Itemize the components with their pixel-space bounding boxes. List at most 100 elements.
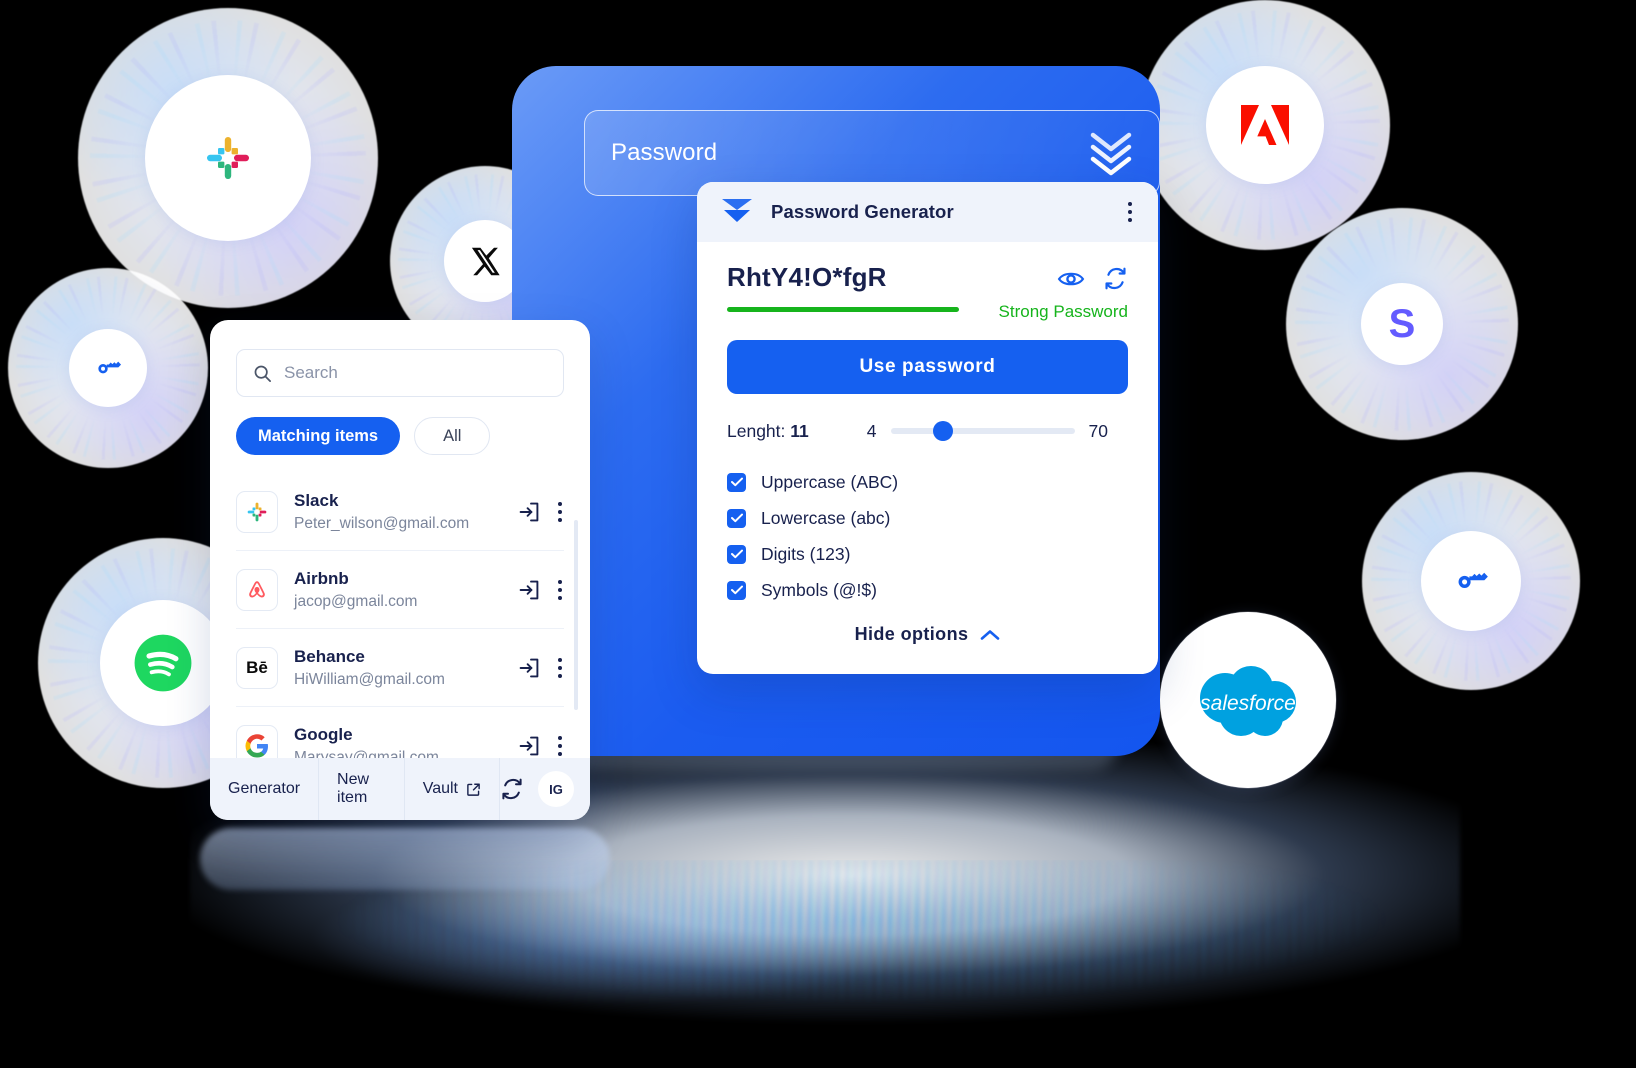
autofill-icon[interactable] bbox=[518, 735, 540, 757]
vault-item-slack[interactable]: Slack Peter_wilson@gmail.com bbox=[236, 473, 564, 551]
option-label: Uppercase (ABC) bbox=[761, 471, 899, 492]
password-strength-label: Strong Password bbox=[998, 302, 1128, 321]
item-logo bbox=[236, 490, 278, 533]
item-title: Google bbox=[294, 725, 353, 744]
spotify-logo bbox=[134, 634, 192, 692]
item-logo: Bē bbox=[236, 646, 278, 689]
kebab-dot bbox=[558, 587, 562, 592]
item-account: HiWilliam@gmail.com bbox=[294, 670, 445, 688]
behance-logo: Bē bbox=[246, 657, 268, 677]
badge-disc bbox=[145, 75, 311, 241]
item-meta: Behance HiWilliam@gmail.com bbox=[294, 647, 445, 689]
length-value: 11 bbox=[790, 420, 809, 441]
length-slider[interactable] bbox=[890, 421, 1075, 442]
option-label: Lowercase (abc) bbox=[761, 507, 891, 528]
slack-logo bbox=[207, 137, 249, 179]
bottom-bar-new-item[interactable]: New item bbox=[319, 758, 405, 820]
bottom-bar-generator[interactable]: Generator bbox=[210, 758, 320, 820]
badge-disc bbox=[1206, 66, 1324, 184]
generator-title: Password Generator bbox=[771, 201, 954, 222]
bottom-bar-vault[interactable]: Vault bbox=[405, 758, 500, 820]
item-meta: Airbnb jacop@gmail.com bbox=[294, 569, 417, 611]
option-lowercase[interactable]: Lowercase (abc) bbox=[727, 500, 1128, 536]
checkbox-checked[interactable] bbox=[727, 508, 746, 528]
chevron-double-down-icon bbox=[722, 199, 752, 222]
search-placeholder: Search bbox=[284, 363, 338, 382]
option-symbols[interactable]: Symbols (@!$) bbox=[727, 572, 1128, 608]
generated-password-value: RhtY4!O*fgR bbox=[727, 262, 887, 292]
refresh-icon[interactable] bbox=[500, 777, 524, 801]
kebab-dot bbox=[1128, 202, 1132, 206]
kebab-dot bbox=[558, 744, 562, 748]
generator-menu-button[interactable] bbox=[1120, 196, 1140, 228]
item-account: Peter_wilson@gmail.com bbox=[294, 514, 470, 532]
check-icon bbox=[730, 549, 743, 559]
item-actions bbox=[518, 576, 564, 604]
password-strength-bar bbox=[727, 307, 959, 313]
kebab-dot bbox=[558, 657, 562, 662]
brand-badge-key-right bbox=[1362, 472, 1580, 690]
vault-panel: Search Matching items All Slack Peter_wi… bbox=[210, 320, 590, 820]
x-logo bbox=[471, 247, 500, 275]
screenshot-stage: S salesforce Password Password Generator… bbox=[0, 0, 1636, 1068]
badge-disc bbox=[1421, 531, 1521, 631]
item-title: Behance bbox=[294, 646, 365, 666]
generator-header: Password Generator bbox=[697, 182, 1158, 242]
badge-disc: salesforce bbox=[1160, 612, 1336, 788]
hide-options-button[interactable]: Hide options bbox=[727, 624, 1128, 645]
autofill-icon[interactable] bbox=[518, 657, 540, 679]
item-title: Airbnb bbox=[294, 568, 349, 588]
kebab-dot bbox=[558, 501, 562, 506]
bottom-bar-icons: IG bbox=[500, 771, 590, 807]
item-account: jacop@gmail.com bbox=[294, 592, 418, 610]
check-icon bbox=[730, 513, 743, 523]
filter-matching-items[interactable]: Matching items bbox=[236, 417, 401, 455]
option-uppercase[interactable]: Uppercase (ABC) bbox=[727, 464, 1128, 500]
vault-item-behance[interactable]: Bē Behance HiWilliam@gmail.com bbox=[236, 629, 564, 707]
salesforce-logo: salesforce bbox=[1200, 666, 1296, 736]
use-password-button[interactable]: Use password bbox=[727, 340, 1128, 395]
refresh-icon[interactable] bbox=[1103, 266, 1128, 291]
item-menu-button[interactable] bbox=[556, 576, 564, 604]
kebab-dot bbox=[558, 517, 562, 522]
checkbox-checked[interactable] bbox=[727, 544, 746, 564]
stripe-letter: S bbox=[1388, 301, 1416, 346]
reflection-streaks bbox=[330, 860, 1390, 1030]
kebab-dot bbox=[1128, 210, 1132, 214]
eye-icon[interactable] bbox=[1057, 269, 1085, 289]
check-icon bbox=[730, 585, 743, 595]
list-scrollbar[interactable] bbox=[574, 520, 578, 710]
password-actions bbox=[1057, 264, 1128, 291]
item-menu-button[interactable] bbox=[556, 654, 564, 682]
kebab-dot bbox=[558, 665, 562, 670]
chevron-double-down-icon[interactable] bbox=[1089, 129, 1133, 177]
external-link-icon bbox=[467, 783, 480, 796]
badge-disc bbox=[100, 600, 226, 726]
key-icon bbox=[98, 361, 122, 374]
item-menu-button[interactable] bbox=[556, 498, 564, 526]
item-actions bbox=[518, 732, 564, 760]
item-menu-button[interactable] bbox=[556, 732, 564, 760]
filter-all[interactable]: All bbox=[414, 417, 491, 455]
checkbox-checked[interactable] bbox=[727, 580, 746, 600]
panel-shadow bbox=[200, 828, 610, 890]
search-input[interactable]: Search bbox=[236, 349, 564, 397]
search-icon bbox=[254, 365, 271, 382]
checkbox-checked[interactable] bbox=[727, 472, 746, 492]
option-digits[interactable]: Digits (123) bbox=[727, 536, 1128, 572]
brand-badge-stripe: S bbox=[1286, 208, 1518, 440]
password-generator-panel: Password Generator RhtY4!O*fgR Strong Pa… bbox=[697, 182, 1158, 674]
vault-item-list: Slack Peter_wilson@gmail.com Airbnb jaco… bbox=[236, 473, 564, 785]
length-slider-knob[interactable] bbox=[932, 421, 953, 442]
item-actions bbox=[518, 654, 564, 682]
vault-item-airbnb[interactable]: Airbnb jacop@gmail.com bbox=[236, 551, 564, 629]
brand-badge-adobe bbox=[1140, 0, 1390, 250]
option-label: Digits (123) bbox=[761, 543, 851, 564]
kebab-dot bbox=[558, 736, 562, 740]
generated-password-row: RhtY4!O*fgR bbox=[727, 262, 1128, 292]
autofill-icon[interactable] bbox=[518, 501, 540, 523]
autofill-icon[interactable] bbox=[518, 579, 540, 601]
avatar[interactable]: IG bbox=[538, 771, 574, 807]
slack-logo bbox=[247, 502, 267, 521]
item-logo bbox=[236, 568, 278, 611]
